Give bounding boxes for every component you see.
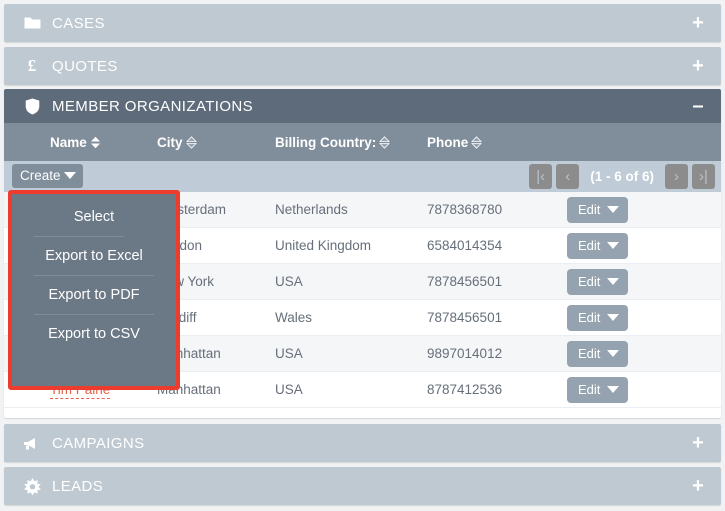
panel-toggle-campaigns[interactable]: + [689, 433, 707, 453]
edit-button-label: Edit [578, 237, 601, 253]
edit-button[interactable]: Edit [567, 376, 629, 403]
panel-header-quotes[interactable]: £ QUOTES + [4, 47, 721, 85]
pager-last-button[interactable]: ›| [692, 164, 715, 189]
cell-action: Edit [567, 196, 721, 223]
panel-title-quotes: QUOTES [52, 57, 118, 75]
edit-button-label: Edit [578, 345, 601, 361]
panel-header-leads[interactable]: LEADS + [4, 467, 721, 505]
column-label-phone: Phone [427, 134, 469, 150]
menu-separator [34, 314, 154, 315]
chevron-down-icon [607, 277, 620, 285]
cell-billing-country: United Kingdom [275, 238, 372, 253]
cell-phone: 7878456501 [427, 310, 503, 325]
table-header-row: Name City Billing Country: Phone [4, 123, 721, 161]
cell-billing-country: Netherlands [275, 202, 348, 217]
create-dropdown-highlight: Select Export to Excel Export to PDF Exp… [8, 190, 180, 390]
table-toolbar: Create |‹ ‹ (1 - 6 of 6) › ›| [4, 161, 721, 192]
panel-toggle-quotes[interactable]: + [689, 56, 707, 76]
cell-billing-country: USA [275, 382, 303, 397]
menu-separator [34, 275, 154, 276]
panel-header-campaigns[interactable]: CAMPAIGNS + [4, 424, 721, 462]
pagination-controls: |‹ ‹ (1 - 6 of 6) › ›| [529, 164, 715, 189]
chevron-down-icon [607, 241, 620, 249]
edit-button[interactable]: Edit [567, 268, 629, 295]
sort-icon-city[interactable] [185, 135, 197, 149]
create-button[interactable]: Create [12, 163, 83, 188]
cell-phone: 6584014354 [427, 238, 503, 253]
edit-button[interactable]: Edit [567, 340, 629, 367]
starburst-icon [22, 477, 42, 495]
chevron-down-icon [607, 205, 620, 213]
panel-title-leads: LEADS [52, 477, 104, 495]
cell-phone: 7878456501 [427, 274, 503, 289]
chevron-down-icon [607, 349, 620, 357]
panel-toggle-leads[interactable]: + [689, 476, 707, 496]
edit-button[interactable]: Edit [567, 304, 629, 331]
shield-icon [22, 97, 42, 115]
edit-button[interactable]: Edit [567, 232, 629, 259]
chevron-down-icon [607, 385, 620, 393]
column-label-name: Name [50, 134, 87, 150]
edit-button-label: Edit [578, 309, 601, 325]
pager-first-button[interactable]: |‹ [529, 164, 553, 189]
panel-header-cases[interactable]: CASES + [4, 4, 721, 42]
panel-header-member-organizations[interactable]: MEMBER ORGANIZATIONS – [4, 89, 721, 123]
menu-item-export-to-csv[interactable]: Export to CSV [12, 317, 176, 351]
cell-billing-country: USA [275, 274, 303, 289]
cell-billing-country: Wales [275, 310, 313, 325]
cell-billing-country: USA [275, 346, 303, 361]
column-header-city[interactable]: City [157, 135, 275, 150]
panel-title-campaigns: CAMPAIGNS [52, 434, 145, 452]
sort-icon-phone[interactable] [471, 135, 483, 149]
panel-title-cases: CASES [52, 14, 105, 32]
column-label-city: City [157, 134, 183, 150]
folder-icon [22, 14, 42, 32]
edit-button-label: Edit [578, 201, 601, 217]
cell-action: Edit [567, 232, 721, 259]
sort-icon-name[interactable] [90, 136, 101, 149]
pager-count-label: (1 - 6 of 6) [590, 169, 654, 184]
column-header-phone[interactable]: Phone [427, 135, 567, 150]
column-header-billing-country[interactable]: Billing Country: [275, 135, 427, 150]
column-label-billing-country: Billing Country: [275, 134, 377, 150]
sort-icon-billing-country[interactable] [379, 135, 391, 149]
create-button-label: Create [20, 167, 61, 183]
pager-prev-button[interactable]: ‹ [556, 164, 580, 189]
panel-toggle-cases[interactable]: + [689, 13, 707, 33]
cell-action: Edit [567, 340, 721, 367]
cell-action: Edit [567, 376, 721, 403]
panel-toggle-member-organizations[interactable]: – [689, 96, 707, 116]
chevron-down-icon [63, 171, 76, 179]
menu-separator [34, 236, 124, 237]
create-dropdown-menu: Select Export to Excel Export to PDF Exp… [12, 194, 176, 386]
cell-phone: 9897014012 [427, 346, 503, 361]
edit-button-label: Edit [578, 273, 601, 289]
cell-action: Edit [567, 304, 721, 331]
panel-title-member-organizations: MEMBER ORGANIZATIONS [52, 97, 254, 115]
cell-action: Edit [567, 268, 721, 295]
menu-item-select[interactable]: Select [12, 200, 176, 234]
megaphone-icon [22, 434, 42, 452]
menu-item-export-to-pdf[interactable]: Export to PDF [12, 278, 176, 312]
cell-phone: 7878368780 [427, 202, 503, 217]
edit-button[interactable]: Edit [567, 196, 629, 223]
cell-phone: 8787412536 [427, 382, 503, 397]
menu-item-export-to-excel[interactable]: Export to Excel [12, 239, 176, 273]
page-root: CASES + £ QUOTES + MEMBER ORGANIZATIONS … [0, 0, 725, 511]
column-header-name[interactable]: Name [10, 135, 157, 150]
chevron-down-icon [607, 313, 620, 321]
pound-icon: £ [27, 56, 37, 75]
pager-next-button[interactable]: › [665, 164, 688, 189]
edit-button-label: Edit [578, 381, 601, 397]
